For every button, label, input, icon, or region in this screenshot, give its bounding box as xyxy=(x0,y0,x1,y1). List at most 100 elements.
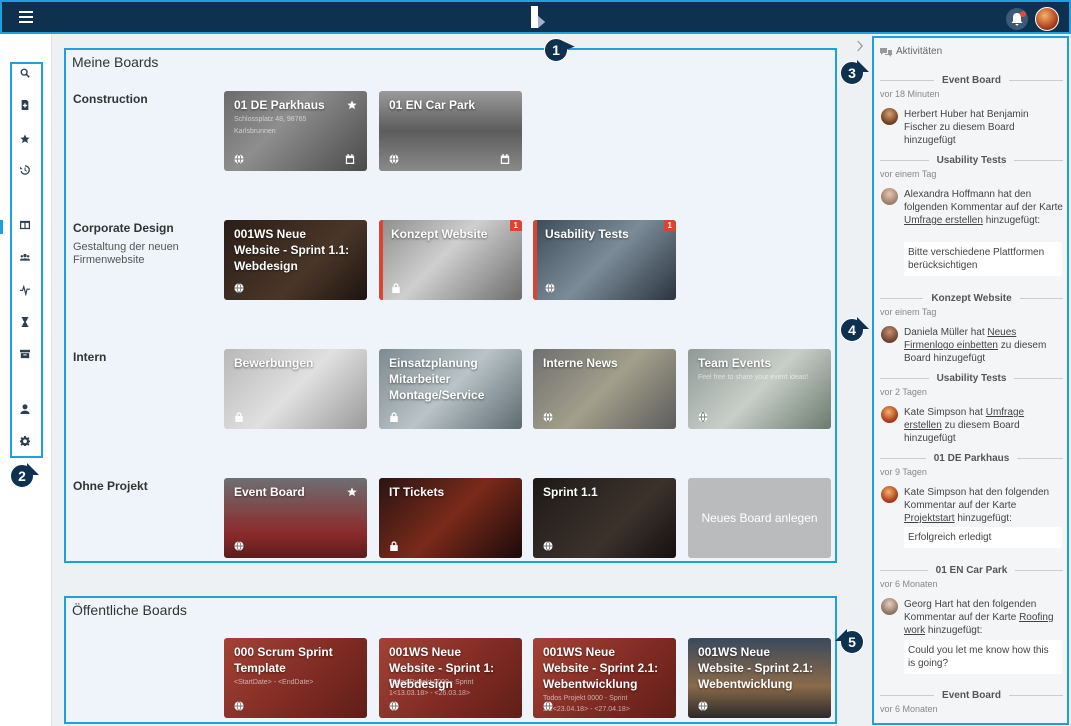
lock-icon xyxy=(234,411,244,422)
activity-time: vor 18 Minuten xyxy=(880,89,940,99)
lock-icon xyxy=(389,411,399,422)
activity-comment: Erfolgreich erledigt xyxy=(904,527,1062,548)
card-link[interactable]: Umfrage erstellen xyxy=(904,215,983,226)
board-card-scrum-template[interactable]: 000 Scrum Sprint Template <StartDate> - … xyxy=(224,638,367,718)
activity-text: Daniela Müller hat Neues Firmenlogo einb… xyxy=(904,327,1047,364)
board-card-einsatzplanung[interactable]: Einsatzplanung Mitarbeiter Montage/Servi… xyxy=(379,349,522,429)
history-icon[interactable] xyxy=(20,165,30,175)
card-count-badge: 1 xyxy=(509,220,522,231)
card-color-edge xyxy=(379,220,383,300)
comments-icon xyxy=(880,47,892,57)
activity-board-label: 01 EN Car Park xyxy=(880,564,1063,576)
new-board-icon[interactable] xyxy=(20,100,30,110)
card-color-edge xyxy=(533,220,537,300)
activity-text: Herbert Huber hat Benjamin Fischer zu di… xyxy=(904,109,1029,146)
avatar xyxy=(881,598,898,615)
globe-icon xyxy=(543,411,553,423)
team-icon[interactable] xyxy=(20,252,30,262)
star-icon[interactable] xyxy=(20,134,30,144)
card-project: Todos Projekt 0000 - Sprint xyxy=(543,695,628,702)
user-avatar[interactable] xyxy=(1035,7,1059,31)
activity-board-label: Usability Tests xyxy=(880,154,1063,166)
globe-icon xyxy=(698,411,708,423)
globe-icon xyxy=(543,540,553,552)
card-link[interactable]: Projektstart xyxy=(904,513,955,524)
menu-icon[interactable] xyxy=(19,11,33,23)
card-description: Feel free to share your event ideas! xyxy=(698,374,809,381)
card-address: Schlossplatz 48, 98765 xyxy=(234,116,307,123)
board-card-new-website-sprint[interactable]: 001WS Neue Website - Sprint 1.1: Webdesi… xyxy=(224,220,367,300)
board-card-sprint-2-1-b[interactable]: 001WS Neue Website - Sprint 2.1: Webentw… xyxy=(688,638,831,718)
public-boards-title: Öffentliche Boards xyxy=(72,602,187,618)
callout-badge-5: 5 xyxy=(835,629,864,654)
globe-icon xyxy=(234,282,244,294)
globe-icon xyxy=(234,700,244,712)
star-icon[interactable] xyxy=(347,486,357,497)
activity-time: vor einem Tag xyxy=(880,169,937,179)
activity-time: vor 2 Tagen xyxy=(880,387,927,397)
board-card-bewerbungen[interactable]: Bewerbungen xyxy=(224,349,367,429)
group-label-intern: Intern xyxy=(73,350,107,364)
board-card-usability-tests[interactable]: 1 Usability Tests xyxy=(533,220,676,300)
callout-badge-2: 2 xyxy=(10,463,39,488)
card-title: 001WS Neue Website - Sprint 1.1: Webdesi… xyxy=(234,227,350,273)
callout-badge-1: 1 xyxy=(544,38,568,62)
hourglass-icon[interactable] xyxy=(20,317,30,327)
activity-icon[interactable] xyxy=(20,284,30,296)
card-dates: 2.1<23.04.18> - <27.04.18> xyxy=(543,706,630,713)
card-dates: <StartDate> - <EndDate> xyxy=(234,679,314,686)
logo-icon[interactable] xyxy=(528,6,546,30)
user-icon[interactable] xyxy=(20,404,30,414)
card-title: Einsatzplanung Mitarbeiter Montage/Servi… xyxy=(389,356,485,402)
activity-text: Kate Simpson hat Umfrage erstellen zu di… xyxy=(904,407,1025,444)
star-icon[interactable] xyxy=(347,99,357,110)
collapse-panel-button[interactable] xyxy=(852,36,868,56)
card-title: Event Board xyxy=(234,485,305,499)
board-card-konzept-website[interactable]: 1 Konzept Website xyxy=(379,220,522,300)
avatar xyxy=(881,108,898,125)
activity-time: vor 6 Monaten xyxy=(880,579,938,589)
notifications-button[interactable] xyxy=(1006,8,1028,30)
activity-comment: Bitte verschiedene Plattformen berücksic… xyxy=(904,242,1062,276)
group-sub-corporate-design: Gestaltung der neuen Firmenwebsite xyxy=(73,241,179,266)
card-city: Karlsbrunnen xyxy=(234,128,276,135)
board-card-it-tickets[interactable]: IT Tickets xyxy=(379,478,522,558)
avatar xyxy=(881,406,898,423)
avatar xyxy=(881,326,898,343)
archive-icon[interactable] xyxy=(20,349,30,359)
activity-comment: Could you let me know how this is going? xyxy=(904,640,1062,674)
globe-icon xyxy=(543,700,553,712)
callout-badge-4: 4 xyxy=(840,317,869,342)
card-title: Bewerbungen xyxy=(234,356,314,370)
activity-title: Aktivitäten xyxy=(896,46,943,57)
board-card-car-park[interactable]: 01 EN Car Park xyxy=(379,91,522,171)
card-title: IT Tickets xyxy=(389,485,445,499)
board-card-parkhaus[interactable]: 01 DE Parkhaus Schlossplatz 48, 98765 Ka… xyxy=(224,91,367,171)
globe-icon xyxy=(545,282,555,294)
card-dates: 1<13.03.18> - <26.03.18> xyxy=(389,690,470,697)
globe-icon xyxy=(234,153,244,165)
board-card-sprint-1-webdesign[interactable]: 001WS Neue Website - Sprint 1: Webdesign… xyxy=(379,638,522,718)
board-card-sprint-1-1[interactable]: Sprint 1.1 xyxy=(533,478,676,558)
my-boards-section: Meine Boards Construction Corporate Desi… xyxy=(64,48,837,563)
avatar xyxy=(881,486,898,503)
calendar-icon xyxy=(500,153,510,164)
search-icon[interactable] xyxy=(20,68,30,78)
new-board-button[interactable]: Neues Board anlegen xyxy=(688,478,831,558)
board-card-team-events[interactable]: Team Events Feel free to share your even… xyxy=(688,349,831,429)
board-card-event-board[interactable]: Event Board xyxy=(224,478,367,558)
card-title: 001WS Neue Website - Sprint 2.1: Webentw… xyxy=(543,645,659,691)
callout-badge-3: 3 xyxy=(840,60,869,85)
activity-board-label: Event Board xyxy=(880,689,1063,701)
chevron-right-icon xyxy=(857,41,863,51)
top-bar xyxy=(0,0,1071,34)
globe-icon xyxy=(698,700,708,712)
boards-icon[interactable] xyxy=(20,220,30,230)
gear-icon[interactable] xyxy=(20,436,30,446)
card-title: Konzept Website xyxy=(391,227,488,241)
board-card-interne-news[interactable]: Interne News xyxy=(533,349,676,429)
board-card-sprint-2-1-a[interactable]: 001WS Neue Website - Sprint 2.1: Webentw… xyxy=(533,638,676,718)
activity-header: Aktivitäten xyxy=(880,46,942,57)
card-title: 001WS Neue Website - Sprint 2.1: Webentw… xyxy=(698,645,814,691)
card-title: Sprint 1.1 xyxy=(543,485,598,499)
